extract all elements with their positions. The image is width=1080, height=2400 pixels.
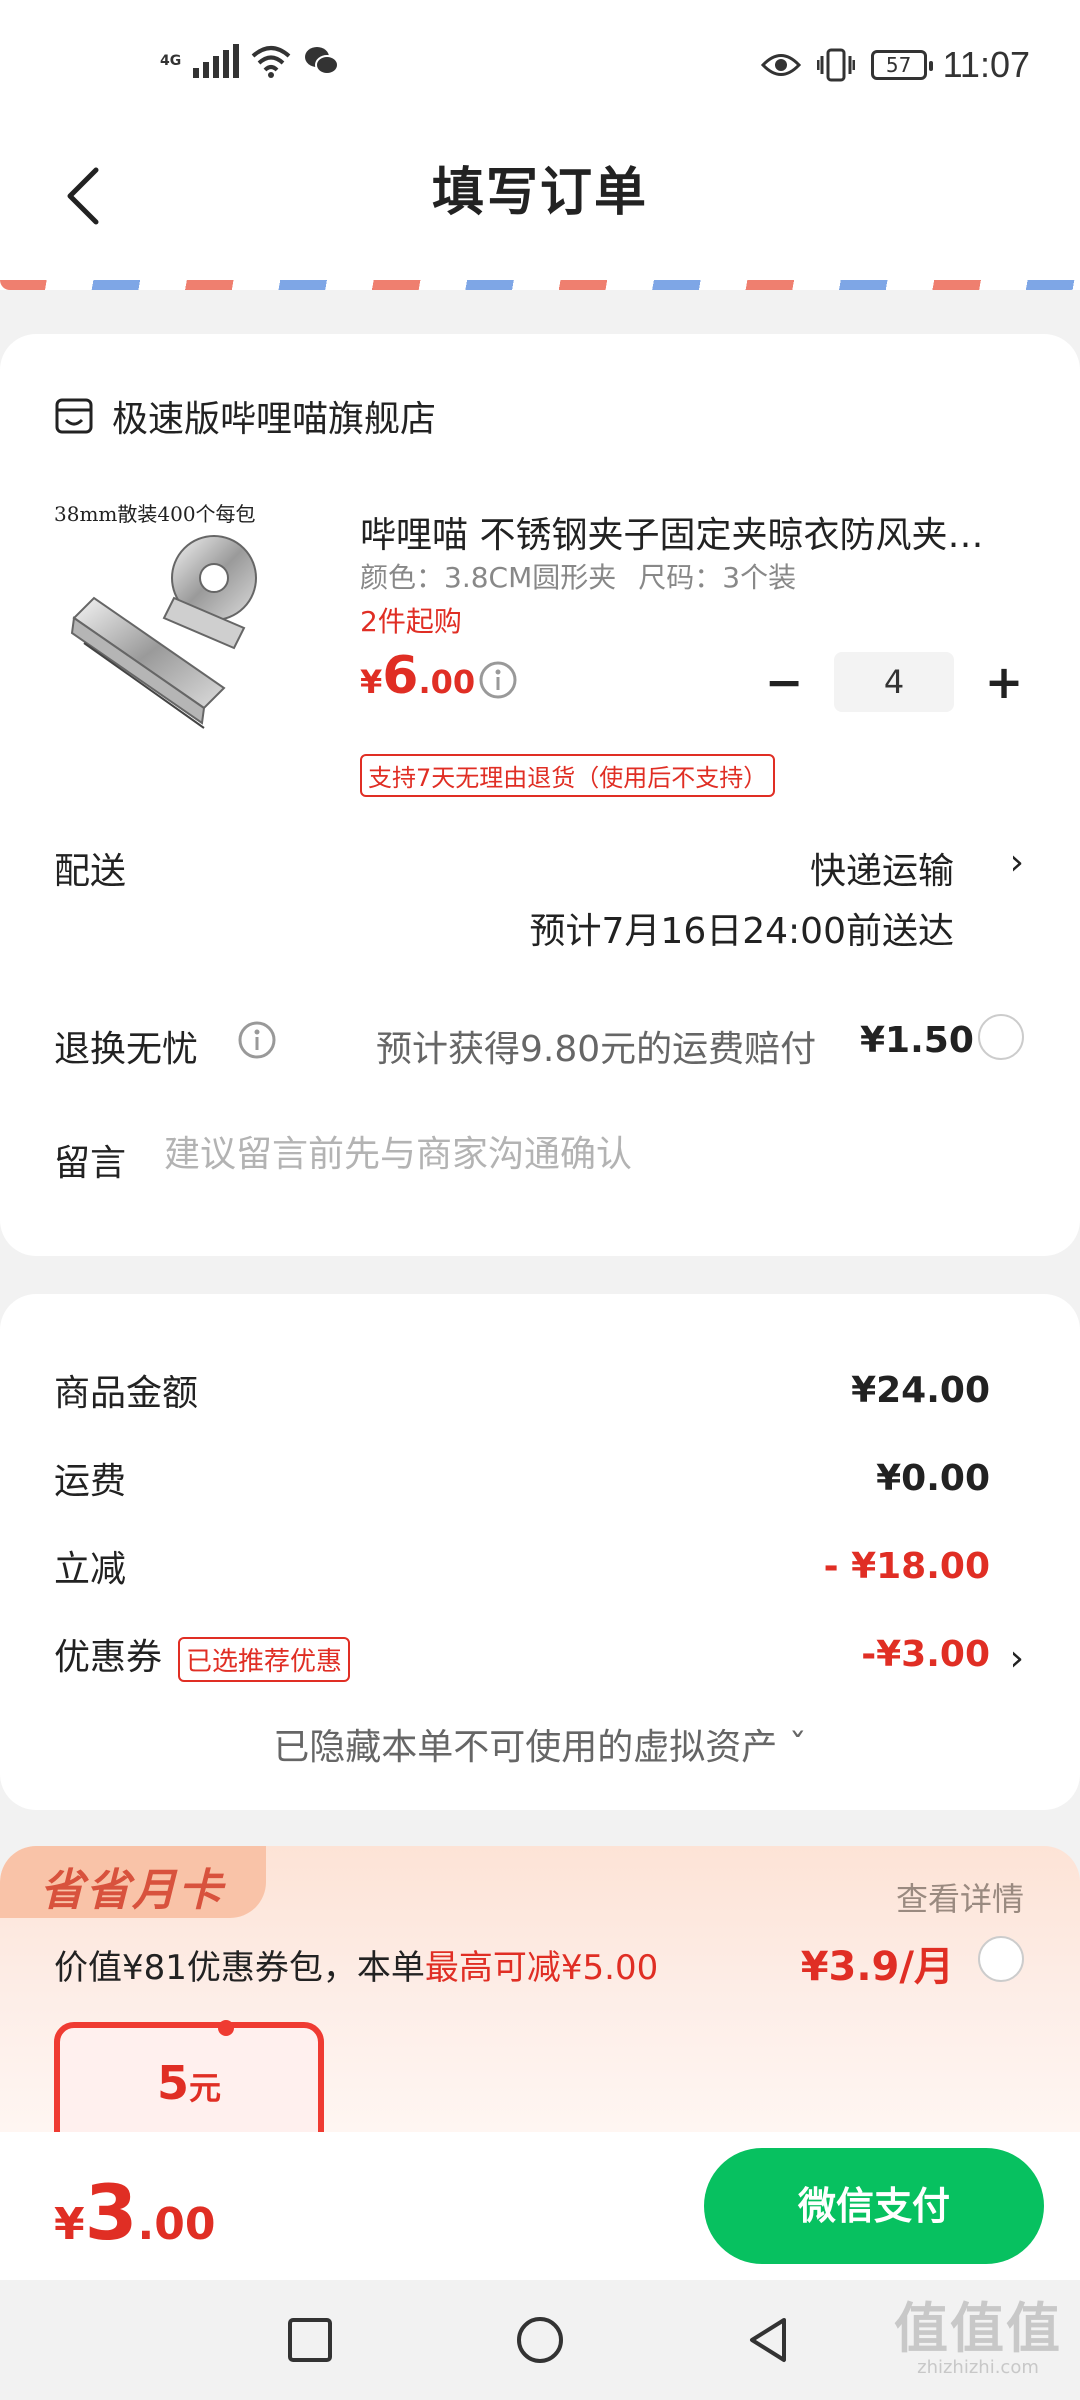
quantity-input[interactable]: 4 [834, 652, 954, 712]
info-icon[interactable] [478, 660, 518, 700]
status-bar: 4G 57 11:07 [0, 0, 1080, 130]
return-policy-tag: 支持7天无理由退货（使用后不支持） [360, 754, 776, 797]
coupon-row[interactable]: 优惠券 已选推荐优惠 -¥3.00 [54, 1628, 990, 1682]
quantity-stepper: − 4 + [764, 652, 1024, 712]
binder-clip-image [70, 535, 257, 729]
status-right: 57 11:07 [760, 44, 1030, 86]
promo-price: ¥3.9/月 [800, 1944, 954, 1990]
promo-radio[interactable] [978, 1936, 1024, 1982]
promo-desc-prefix: 价值¥81优惠券包，本单 [54, 1948, 425, 1988]
vibrate-icon [816, 48, 855, 82]
coupon-label: 优惠券 [54, 1637, 163, 1678]
spec-size: 尺码：3个装 [638, 561, 797, 594]
hidden-assets-toggle[interactable]: 已隐藏本单不可使用的虚拟资产 ˇ [0, 1718, 1080, 1770]
discount-label: 立减 [54, 1549, 127, 1590]
product-title[interactable]: 哔哩喵 不锈钢夹子固定夹晾衣防风夹子长尾夹 [360, 506, 1000, 558]
view-details-link[interactable]: 查看详情 [896, 1874, 1024, 1920]
goods-amount-row: 商品金额 ¥24.00 [54, 1364, 990, 1416]
coupon-amount-value: 5 [156, 2056, 189, 2110]
price-dec: .00 [418, 663, 476, 701]
signal-icon [193, 44, 240, 78]
watermark: 值值值 zhizhizhi.com [894, 2284, 1062, 2378]
coupon-amount: 5元 [60, 2056, 318, 2110]
shop-name: 极速版哔哩喵旗舰店 [112, 399, 437, 440]
product-spec: 颜色：3.8CM圆形夹 尺码：3个装 [360, 556, 796, 596]
clock: 11:07 [942, 44, 1030, 85]
coupon-label-wrap: 优惠券 已选推荐优惠 [54, 1628, 351, 1682]
order-card: 极速版哔哩喵旗舰店 38mm散装400个每包 哔哩喵 不锈钢夹子固定夹晾衣防风夹… [0, 334, 1080, 1256]
promo-desc-highlight: 最高可减¥5.00 [424, 1948, 659, 1988]
chevron-right-icon[interactable]: › [1010, 842, 1024, 883]
total-currency: ¥ [54, 2199, 85, 2250]
chevron-right-icon[interactable]: › [1010, 1638, 1024, 1679]
total-int: 3 [84, 2168, 138, 2257]
unit-price: ¥6.00 [360, 646, 475, 706]
checkout-bar: ¥3.00 微信支付 [0, 2132, 1080, 2280]
shipping-fee-value: ¥0.00 [876, 1457, 990, 1499]
return-insurance-radio[interactable] [978, 1014, 1024, 1060]
watermark-url: zhizhizhi.com [917, 2357, 1039, 2378]
discount-value: - ¥18.00 [823, 1545, 990, 1587]
return-insurance-price: ¥1.50 [860, 1020, 974, 1061]
goods-amount-label: 商品金额 [54, 1373, 199, 1414]
delivery-label: 配送 [54, 851, 127, 892]
watermark-logo: 值值值 [894, 2297, 1062, 2360]
airmail-stripe [0, 280, 1080, 290]
recent-apps-icon[interactable] [284, 2314, 336, 2366]
header: 填写订单 [0, 130, 1080, 290]
shop-row[interactable]: 极速版哔哩喵旗舰店 [54, 390, 436, 442]
total-price: ¥3.00 [54, 2168, 215, 2257]
delivery-eta: 预计7月16日24:00前送达 [529, 911, 954, 952]
monthly-card-promo: 省省月卡 查看详情 价值¥81优惠券包，本单最高可减¥5.00 ¥3.9/月 5… [0, 1846, 1080, 2132]
shop-icon [55, 398, 93, 434]
promo-description: 价值¥81优惠券包，本单最高可减¥5.00 [54, 1940, 658, 1989]
shipping-fee-label: 运费 [54, 1461, 127, 1502]
network-type: 4G [160, 53, 182, 69]
coupon-amount-unit: 元 [189, 2069, 222, 2107]
coupon-notch [218, 2020, 234, 2036]
promo-badge: 省省月卡 [0, 1846, 266, 1918]
info-icon[interactable] [237, 1020, 277, 1060]
total-dec: .00 [137, 2199, 216, 2250]
wechat-pay-button[interactable]: 微信支付 [704, 2148, 1044, 2264]
price-int: 6 [382, 646, 419, 706]
decrease-button[interactable]: − [764, 657, 804, 707]
return-insurance-text: 预计获得9.80元的运费赔付 [376, 1029, 817, 1070]
delivery-method[interactable]: 快递运输 [810, 842, 954, 894]
home-icon[interactable] [514, 2314, 566, 2366]
product-image[interactable]: 38mm散装400个每包 [54, 498, 294, 758]
return-insurance-label: 退换无忧 [54, 1029, 199, 1070]
wifi-icon [251, 46, 291, 78]
promo-badge-text: 省省月卡 [40, 1865, 224, 1916]
wechat-icon [305, 47, 340, 75]
eye-icon [760, 54, 801, 76]
message-input[interactable] [164, 1134, 1024, 1175]
spec-color: 颜色：3.8CM圆形夹 [360, 561, 617, 594]
shipping-fee-row: 运费 ¥0.00 [54, 1452, 990, 1504]
goods-amount-value: ¥24.00 [851, 1369, 990, 1411]
coupon-value: -¥3.00 [861, 1634, 990, 1676]
status-left: 4G [160, 44, 340, 78]
coupon-card: 5元 [54, 2020, 324, 2132]
back-icon[interactable] [742, 2314, 794, 2366]
coupon-tag: 已选推荐优惠 [178, 1636, 351, 1682]
page-title: 填写订单 [431, 163, 648, 223]
message-label: 留言 [54, 1143, 127, 1184]
increase-button[interactable]: + [984, 657, 1024, 707]
battery-icon: 57 [870, 50, 933, 80]
discount-row: 立减 - ¥18.00 [54, 1540, 990, 1592]
min-purchase: 2件起购 [360, 605, 462, 638]
price-currency: ¥ [360, 663, 383, 701]
